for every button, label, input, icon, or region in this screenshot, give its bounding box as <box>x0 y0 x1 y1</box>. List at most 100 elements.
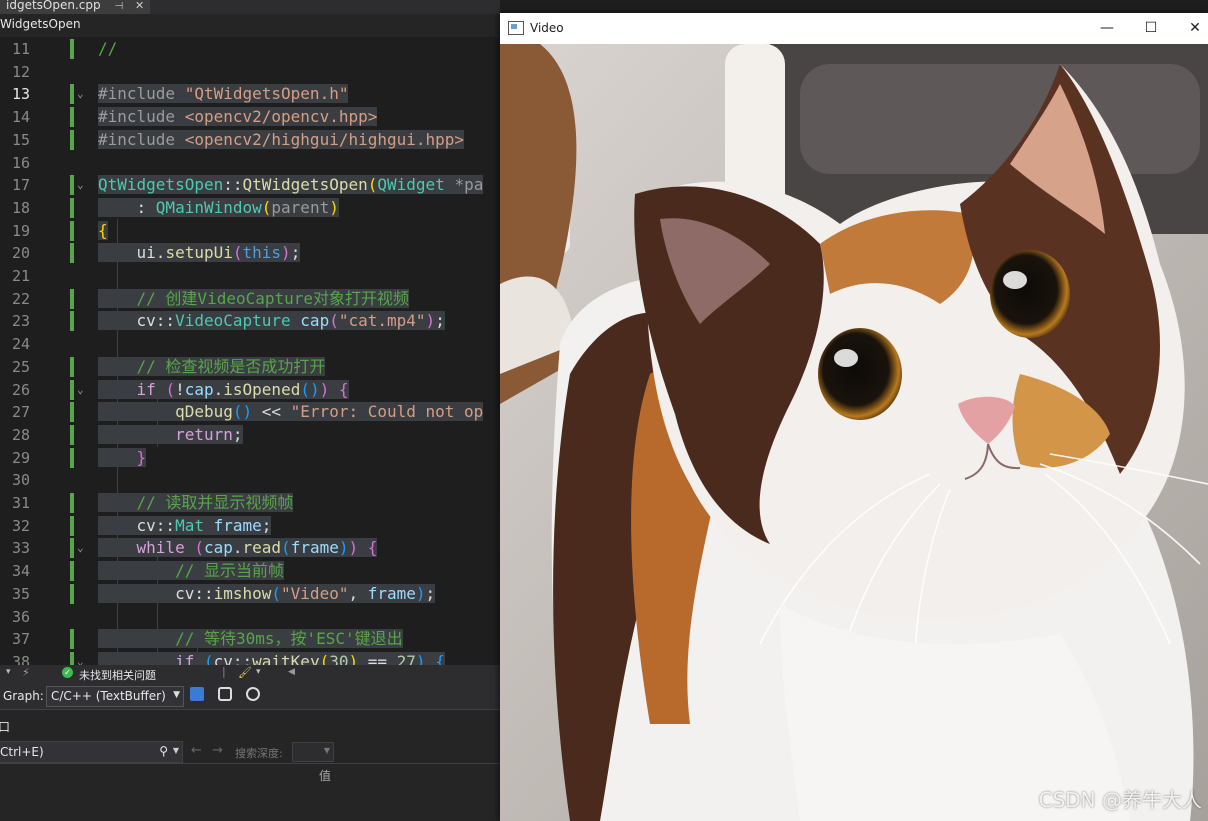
code-token: 30 <box>329 651 349 665</box>
code-line[interactable]: 36 <box>0 607 500 627</box>
graph-view-icon[interactable] <box>190 687 204 701</box>
code-editor[interactable]: 11 // 12 13 ⌄ #include "QtWidgetsOpen.h" 14 #in… <box>0 37 500 665</box>
copilot-icon[interactable]: ⚡ <box>22 666 30 679</box>
code-token: // 读取并显示视频帧 <box>98 493 294 512</box>
code-line[interactable]: 19 { <box>0 220 500 241</box>
search-forward-arrow-icon[interactable]: → <box>212 743 223 758</box>
cleanup-dropdown-icon[interactable]: ▾ <box>256 667 261 677</box>
code-line[interactable]: 35 cv::imshow("Video", frame); <box>0 583 500 604</box>
code-token: "Video" <box>281 583 349 603</box>
fold-toggle-icon[interactable]: ⌄ <box>77 538 87 558</box>
code-text: } <box>98 447 147 468</box>
chevron-down-icon: ▼ <box>173 690 180 700</box>
line-number: 11 <box>11 40 30 58</box>
code-line[interactable]: 13 ⌄ #include "QtWidgetsOpen.h" <box>0 84 500 105</box>
fold-toggle-icon[interactable]: ⌄ <box>77 84 87 104</box>
search-back-arrow-icon[interactable]: ← <box>191 743 202 758</box>
graph-copy-icon[interactable] <box>218 687 232 701</box>
code-token: #include <box>98 84 185 104</box>
code-line[interactable]: 15 #include <opencv2/highgui/highgui.hpp> <box>0 129 500 150</box>
code-token: read <box>242 538 282 558</box>
pin-icon[interactable]: ⊣ <box>114 1 123 12</box>
close-tab-icon[interactable]: ✕ <box>135 0 144 12</box>
video-frame: CSDN @养牛大人 <box>500 44 1208 821</box>
fold-toggle-icon[interactable]: ⌄ <box>77 380 87 400</box>
code-line[interactable]: 38 ⌄ if (cv::waitKey(30) == 27) { <box>0 651 500 665</box>
code-token: if <box>98 651 204 665</box>
video-window[interactable]: Video — ☐ ✕ CSDN @养牛大人 <box>500 13 1208 821</box>
cleanup-brush-icon[interactable]: 🖌 <box>238 666 252 679</box>
code-text: : QMainWindow(parent) <box>98 197 339 218</box>
code-line[interactable]: 29 } <box>0 447 500 468</box>
code-line[interactable]: 23 cv::VideoCapture cap("cat.mp4"); <box>0 311 500 332</box>
graph-settings-icon[interactable] <box>246 687 260 701</box>
code-line[interactable]: 27 qDebug() << "Error: Could not op <box>0 402 500 423</box>
code-line[interactable]: 24 <box>0 334 500 354</box>
code-token: cv:: <box>98 583 214 603</box>
code-line[interactable]: 20 ui.setupUi(this); <box>0 243 500 264</box>
watch-search-input[interactable]: Ctrl+E) ⚲ ▼ <box>0 741 183 763</box>
search-icon[interactable]: ⚲ <box>159 744 168 758</box>
maximize-button[interactable]: ☐ <box>1128 13 1174 44</box>
code-token: ) <box>319 379 330 399</box>
code-line[interactable]: 37 // 等待30ms，按'ESC'键退出 <box>0 629 500 650</box>
graph-toolbar: Graph: C/C++ (TextBuffer) ▼ <box>0 683 500 709</box>
zoom-dropdown-icon[interactable]: ▾ <box>6 667 11 677</box>
code-token: ( <box>329 311 339 331</box>
code-token: ) <box>348 538 359 558</box>
scope-navigation-bar[interactable]: WidgetsOpen <box>0 14 500 38</box>
code-token: ui. <box>98 243 166 263</box>
code-token: ( <box>319 651 330 665</box>
code-text: // 等待30ms，按'ESC'键退出 <box>98 629 403 649</box>
issues-status-text[interactable]: 未找到相关问题 <box>79 667 156 683</box>
code-text: // 读取并显示视频帧 <box>98 493 294 513</box>
code-token: ) <box>425 311 436 331</box>
change-marker <box>70 311 74 332</box>
graph-select[interactable]: C/C++ (TextBuffer) ▼ <box>46 686 184 707</box>
fold-toggle-icon[interactable]: ⌄ <box>77 652 87 665</box>
code-line[interactable]: 14 #include <opencv2/opencv.hpp> <box>0 107 500 128</box>
code-line[interactable]: 25 // 检查视频是否成功打开 <box>0 356 500 377</box>
code-line[interactable]: 16 <box>0 153 500 173</box>
change-marker <box>70 175 74 196</box>
code-line[interactable]: 22 // 创建VideoCapture对象打开视频 <box>0 288 500 309</box>
code-line[interactable]: 18 : QMainWindow(parent) <box>0 197 500 218</box>
change-marker <box>70 288 74 309</box>
change-marker <box>70 493 74 513</box>
line-number: 20 <box>11 244 30 263</box>
minimize-button[interactable]: — <box>1084 13 1130 44</box>
code-line[interactable]: 31 // 读取并显示视频帧 <box>0 493 500 513</box>
line-number: 36 <box>11 607 30 626</box>
change-marker <box>70 424 74 445</box>
code-token: ) <box>281 243 291 263</box>
window-app-icon <box>508 21 524 35</box>
scope-dropdown[interactable]: WidgetsOpen <box>0 17 81 31</box>
close-window-button[interactable]: ✕ <box>1172 13 1208 44</box>
code-token: waitKey <box>252 651 320 665</box>
code-line[interactable]: 11 // <box>0 39 500 59</box>
ide-panel: idgetsOpen.cpp ⊣ ✕ WidgetsOpen 11 // 12 13 ⌄… <box>0 0 500 821</box>
search-options-chevron-icon[interactable]: ▼ <box>173 746 179 755</box>
code-text: cv::Mat frame; <box>98 515 272 536</box>
code-line[interactable]: 28 return; <box>0 424 500 445</box>
code-line[interactable]: 21 <box>0 266 500 286</box>
document-tab[interactable]: idgetsOpen.cpp ⊣ ✕ <box>0 0 151 14</box>
line-number: 21 <box>11 267 30 285</box>
code-line[interactable]: 26 ⌄ if (!cap.isOpened()) { <box>0 379 500 400</box>
code-token: ; <box>425 583 436 603</box>
code-text: // 检查视频是否成功打开 <box>98 356 326 377</box>
video-window-titlebar[interactable]: Video — ☐ ✕ <box>500 13 1208 44</box>
code-line[interactable]: 17 ⌄ QtWidgetsOpen::QtWidgetsOpen(QWidget … <box>0 175 500 196</box>
code-line[interactable]: 32 cv::Mat frame; <box>0 515 500 536</box>
code-token: // <box>98 39 118 58</box>
search-depth-select[interactable]: ▼ <box>292 742 334 762</box>
graph-select-value: C/C++ (TextBuffer) <box>51 689 166 703</box>
no-issues-check-icon: ✓ <box>62 667 73 678</box>
fold-toggle-icon[interactable]: ⌄ <box>77 175 87 195</box>
code-line[interactable]: 30 <box>0 470 500 490</box>
code-line[interactable]: 33 ⌄ while (cap.read(frame)) { <box>0 538 500 559</box>
scroll-left-icon[interactable]: ◀ <box>288 667 295 677</box>
code-line[interactable]: 12 <box>0 62 500 82</box>
code-line[interactable]: 34 // 显示当前帧 <box>0 561 500 582</box>
